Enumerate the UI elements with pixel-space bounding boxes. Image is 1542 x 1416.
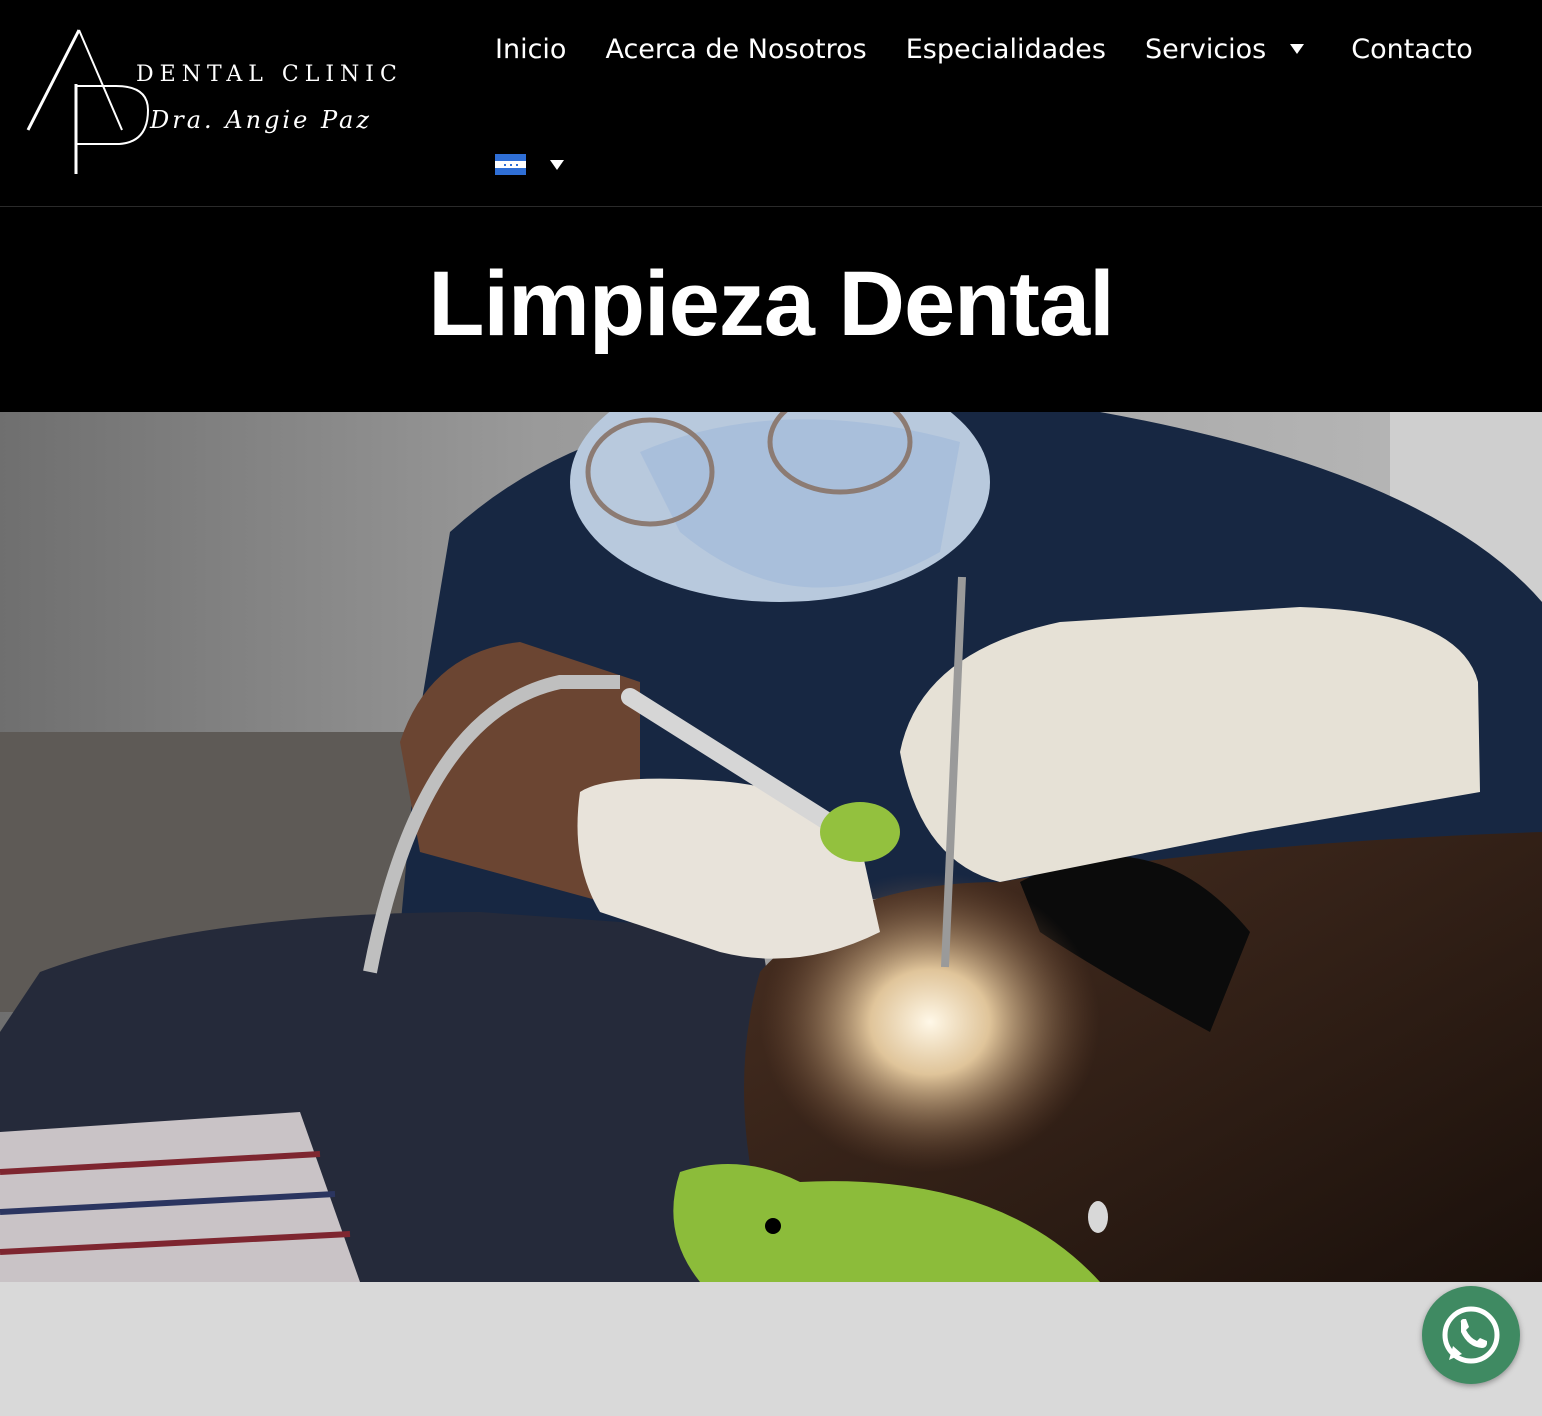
- nav-item-label: Servicios: [1144, 33, 1267, 65]
- slider-dot[interactable]: [765, 1218, 781, 1234]
- content-section: [0, 1282, 1542, 1416]
- whatsapp-button[interactable]: [1422, 1286, 1520, 1384]
- language-switcher[interactable]: [495, 154, 564, 175]
- honduras-flag-icon: [495, 154, 526, 175]
- nav-item-inicio[interactable]: Inicio: [495, 34, 566, 65]
- logo-doctor-name: Dra. Angie Paz: [150, 106, 372, 134]
- site-logo[interactable]: DENTAL CLINIC Dra. Angie Paz: [24, 26, 397, 178]
- page-title: Limpieza Dental: [428, 252, 1114, 355]
- whatsapp-icon: [1442, 1306, 1500, 1364]
- page-title-band: Limpieza Dental: [0, 208, 1542, 412]
- nav-item-contacto[interactable]: Contacto: [1351, 34, 1473, 65]
- logo-monogram-icon: [26, 29, 150, 174]
- site-header: DENTAL CLINIC Dra. Angie Paz Inicio Acer…: [0, 0, 1542, 207]
- hero-image: [0, 412, 1542, 1282]
- nav-item-label: Especialidades: [905, 33, 1106, 65]
- nav-item-especialidades[interactable]: Especialidades: [906, 34, 1106, 65]
- main-nav: Inicio Acerca de Nosotros Especialidades…: [495, 24, 1473, 74]
- dentist-photo-illustration: [0, 412, 1542, 1282]
- nav-item-acerca[interactable]: Acerca de Nosotros: [605, 34, 866, 65]
- nav-item-label: Contacto: [1351, 33, 1473, 65]
- chevron-down-icon[interactable]: [550, 159, 564, 170]
- nav-item-label: Inicio: [495, 33, 567, 65]
- chevron-down-icon[interactable]: [1290, 44, 1305, 54]
- nav-item-servicios[interactable]: Servicios: [1145, 34, 1312, 65]
- nav-item-label: Acerca de Nosotros: [605, 33, 867, 65]
- logo-clinic-name: DENTAL CLINIC: [136, 62, 403, 87]
